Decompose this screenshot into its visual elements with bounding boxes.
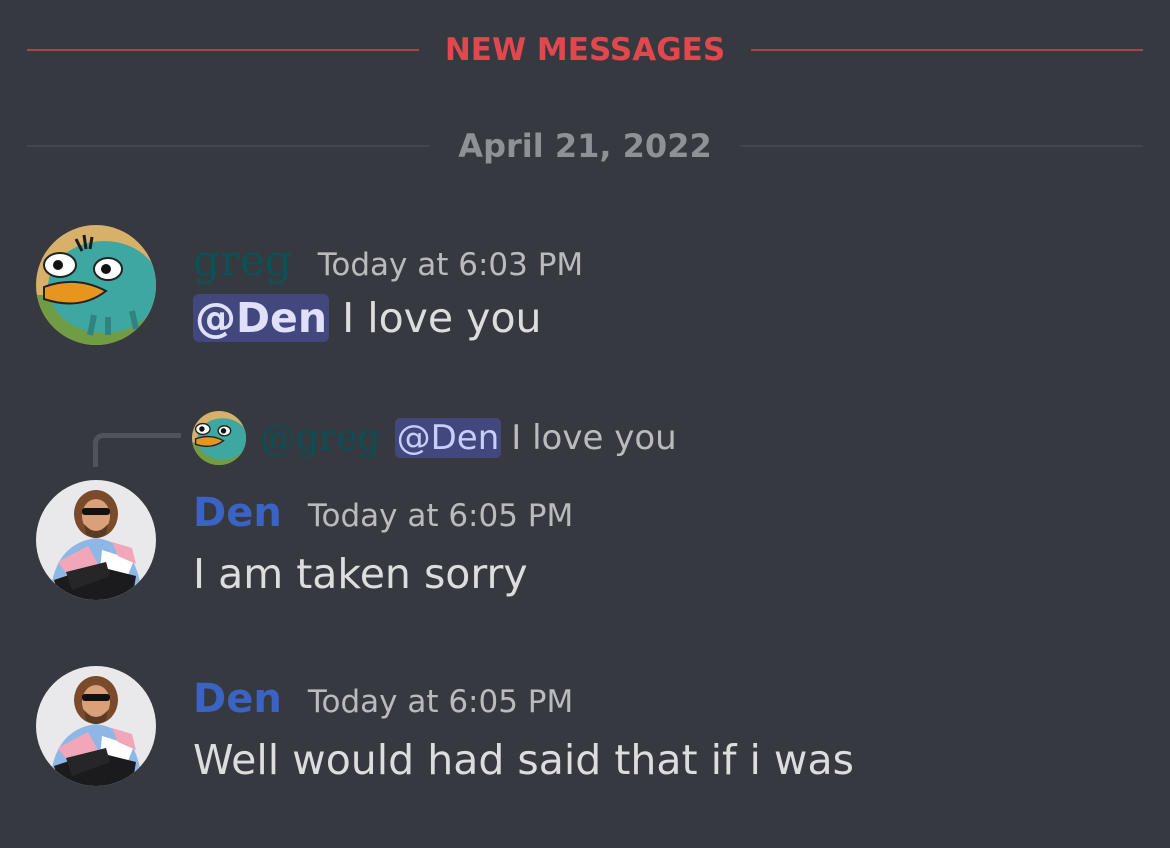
- platypus-avatar-icon: [36, 225, 156, 345]
- avatar-den[interactable]: [36, 480, 156, 600]
- new-messages-divider: NEW MESSAGES: [27, 30, 1143, 70]
- message-content: Well would had said that if i was: [193, 736, 854, 784]
- username-den[interactable]: Den: [193, 490, 282, 536]
- message-content: I am taken sorry: [193, 550, 528, 598]
- reply-username[interactable]: @greg: [260, 418, 381, 459]
- username-den[interactable]: Den: [193, 676, 282, 722]
- divider-line: [27, 145, 431, 147]
- new-messages-label: NEW MESSAGES: [444, 32, 726, 68]
- message-content: @Den I love you: [193, 294, 542, 342]
- date-divider: April 21, 2022: [27, 126, 1144, 166]
- username-greg[interactable]: greg: [193, 236, 292, 285]
- message-header: Den Today at 6:05 PM: [193, 490, 573, 536]
- divider-line: [739, 145, 1144, 147]
- timestamp[interactable]: Today at 6:03 PM: [318, 247, 583, 283]
- timestamp[interactable]: Today at 6:05 PM: [308, 498, 573, 534]
- avatar-greg[interactable]: [36, 225, 156, 345]
- message-text: I love you: [329, 294, 542, 342]
- reply-avatar: [192, 411, 246, 465]
- divider-line: [751, 49, 1143, 51]
- chat-messages: NEW MESSAGES April 21, 2022 greg Today a…: [0, 0, 1170, 848]
- reply-mention[interactable]: @Den: [394, 418, 502, 458]
- reply-spine: [93, 433, 181, 467]
- platypus-avatar-icon: [192, 411, 246, 465]
- timestamp[interactable]: Today at 6:05 PM: [308, 684, 573, 720]
- avatar-den[interactable]: [36, 666, 156, 786]
- message-header: Den Today at 6:05 PM: [193, 676, 573, 722]
- reply-text: I love you: [511, 418, 677, 458]
- message-header: greg Today at 6:03 PM: [193, 236, 583, 285]
- message-text: Well would had said that if i was: [193, 736, 854, 784]
- divider-line: [27, 49, 419, 51]
- sunglasses-man-avatar-icon: [36, 480, 156, 600]
- user-mention[interactable]: @Den: [193, 294, 330, 342]
- date-label: April 21, 2022: [458, 127, 712, 165]
- sunglasses-man-avatar-icon: [36, 666, 156, 786]
- message-text: I am taken sorry: [193, 550, 528, 598]
- reply-preview[interactable]: @greg @Den I love you: [192, 410, 677, 466]
